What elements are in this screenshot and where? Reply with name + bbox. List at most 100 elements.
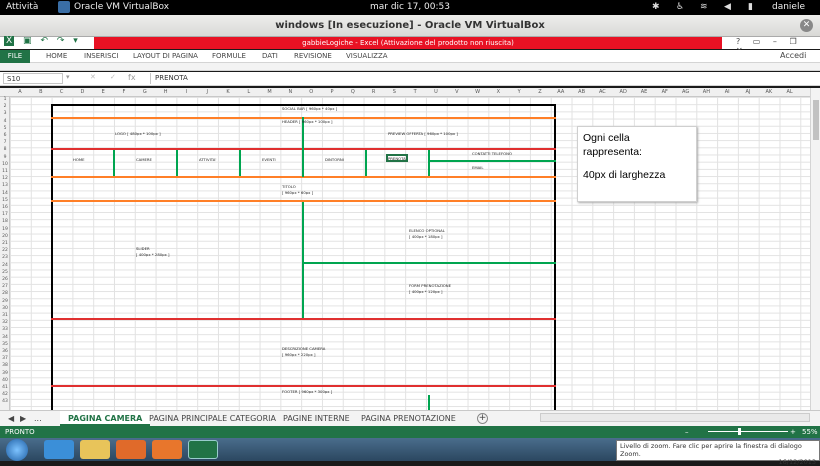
column-header[interactable]: Y bbox=[509, 89, 529, 95]
column-header[interactable]: E bbox=[93, 89, 113, 95]
column-header[interactable]: AB bbox=[572, 89, 592, 95]
row-header[interactable]: 38 bbox=[0, 363, 10, 368]
namebox-dropdown-icon[interactable]: ▾ bbox=[66, 73, 70, 81]
ie-icon[interactable] bbox=[44, 440, 74, 459]
row-header[interactable]: 35 bbox=[0, 342, 10, 347]
row-header[interactable]: 8 bbox=[0, 147, 10, 152]
accessibility-icon[interactable]: ♿ bbox=[676, 2, 684, 12]
row-header[interactable]: 7 bbox=[0, 140, 10, 145]
row-header[interactable]: 2 bbox=[0, 104, 10, 109]
column-header[interactable]: Q bbox=[343, 89, 363, 95]
column-header[interactable]: I bbox=[176, 89, 196, 95]
tab-layout[interactable]: LAYOUT DI PAGINA bbox=[133, 52, 198, 60]
user-menu[interactable]: daniele bbox=[772, 2, 805, 12]
add-sheet-icon[interactable]: + bbox=[477, 413, 488, 424]
volume-icon[interactable]: ◀ bbox=[724, 2, 731, 12]
column-header[interactable]: F bbox=[114, 89, 134, 95]
row-header[interactable]: 41 bbox=[0, 385, 10, 390]
column-header[interactable]: AI bbox=[717, 89, 737, 95]
scroll-thumb[interactable] bbox=[813, 100, 819, 140]
zoom-out-icon[interactable]: – bbox=[685, 428, 689, 436]
row-header[interactable]: 11 bbox=[0, 169, 10, 174]
column-header[interactable]: AC bbox=[592, 89, 612, 95]
row-header[interactable]: 27 bbox=[0, 284, 10, 289]
column-header[interactable]: U bbox=[426, 89, 446, 95]
undo-icon[interactable]: ↶ bbox=[40, 36, 48, 46]
redo-icon[interactable]: ↷ bbox=[57, 36, 65, 46]
row-header[interactable]: 33 bbox=[0, 327, 10, 332]
tab-inserisci[interactable]: INSERISCI bbox=[84, 52, 119, 60]
tab-dati[interactable]: DATI bbox=[262, 52, 278, 60]
column-header[interactable]: G bbox=[135, 89, 155, 95]
row-header[interactable]: 25 bbox=[0, 270, 10, 275]
selected-cell[interactable] bbox=[386, 154, 408, 162]
column-header[interactable]: J bbox=[197, 89, 217, 95]
system-tray[interactable]: ✱ ♿ ≋ ◀ ▮ bbox=[650, 1, 770, 14]
column-header[interactable]: C bbox=[52, 89, 72, 95]
column-header[interactable]: X bbox=[488, 89, 508, 95]
sign-in-link[interactable]: Accedi bbox=[780, 51, 806, 60]
row-header[interactable]: 15 bbox=[0, 198, 10, 203]
zoom-slider[interactable] bbox=[708, 431, 788, 432]
zoom-in-icon[interactable]: + bbox=[790, 428, 796, 436]
close-icon[interactable]: ✕ bbox=[800, 19, 813, 32]
row-header[interactable]: 17 bbox=[0, 212, 10, 217]
app-menu[interactable]: Oracle VM VirtualBox bbox=[74, 2, 169, 12]
minimize-icon[interactable]: – bbox=[773, 37, 777, 46]
clock[interactable]: mar dic 17, 00:53 bbox=[370, 2, 450, 12]
tab-pagine-interne[interactable]: PAGINE INTERNE bbox=[275, 411, 358, 426]
zoom-level[interactable]: 55% bbox=[802, 428, 818, 436]
row-header[interactable]: 28 bbox=[0, 291, 10, 296]
row-header[interactable]: 36 bbox=[0, 349, 10, 354]
restore-icon[interactable]: ❐ bbox=[789, 37, 796, 46]
ribbon-display-icon[interactable]: ▭ bbox=[753, 37, 761, 46]
column-header[interactable]: H bbox=[156, 89, 176, 95]
tab-home[interactable]: HOME bbox=[46, 52, 67, 60]
column-header[interactable]: O bbox=[301, 89, 321, 95]
column-header[interactable]: P bbox=[322, 89, 342, 95]
text-box-note[interactable]: Ogni cella rappresenta: 40px di larghezz… bbox=[577, 126, 697, 202]
name-box[interactable]: S10 bbox=[3, 73, 63, 84]
row-header[interactable]: 20 bbox=[0, 234, 10, 239]
row-header[interactable]: 40 bbox=[0, 378, 10, 383]
prev-sheet-icon[interactable]: ◀ bbox=[8, 414, 14, 423]
row-header[interactable]: 5 bbox=[0, 126, 10, 131]
row-header[interactable]: 30 bbox=[0, 306, 10, 311]
column-header[interactable]: AE bbox=[634, 89, 654, 95]
row-header[interactable]: 37 bbox=[0, 356, 10, 361]
row-header[interactable]: 6 bbox=[0, 133, 10, 138]
column-header[interactable]: Z bbox=[530, 89, 550, 95]
column-header[interactable]: T bbox=[405, 89, 425, 95]
column-header[interactable]: M bbox=[260, 89, 280, 95]
tab-revisione[interactable]: REVISIONE bbox=[294, 52, 332, 60]
row-header[interactable]: 4 bbox=[0, 119, 10, 124]
tab-pagina-principale-categoria[interactable]: PAGINA PRINCIPALE CATEGORIA bbox=[141, 411, 284, 426]
cancel-icon[interactable]: ✕ bbox=[90, 73, 96, 81]
column-header[interactable]: D bbox=[72, 89, 92, 95]
row-header[interactable]: 31 bbox=[0, 313, 10, 318]
column-header[interactable]: L bbox=[239, 89, 259, 95]
row-header[interactable]: 34 bbox=[0, 335, 10, 340]
row-header[interactable]: 43 bbox=[0, 399, 10, 404]
formula-input[interactable]: PRENOTA bbox=[150, 73, 808, 84]
row-header[interactable]: 24 bbox=[0, 263, 10, 268]
column-header[interactable]: AL bbox=[780, 89, 800, 95]
column-header[interactable]: AH bbox=[696, 89, 716, 95]
row-header[interactable]: 12 bbox=[0, 176, 10, 181]
vertical-scrollbar[interactable] bbox=[810, 88, 820, 410]
row-header[interactable]: 23 bbox=[0, 255, 10, 260]
row-header[interactable]: 18 bbox=[0, 219, 10, 224]
enter-icon[interactable]: ✓ bbox=[110, 73, 116, 81]
tab-pagina-prenotazione[interactable]: PAGINA PRENOTAZIONE bbox=[353, 411, 464, 426]
row-header[interactable]: 10 bbox=[0, 162, 10, 167]
bluetooth-icon[interactable]: ✱ bbox=[652, 2, 660, 12]
row-header[interactable]: 42 bbox=[0, 392, 10, 397]
row-header[interactable]: 3 bbox=[0, 111, 10, 116]
row-header[interactable]: 22 bbox=[0, 248, 10, 253]
insert-function-icon[interactable]: fx bbox=[128, 73, 136, 82]
row-header[interactable]: 32 bbox=[0, 320, 10, 325]
row-header[interactable]: 39 bbox=[0, 371, 10, 376]
column-header[interactable]: N bbox=[280, 89, 300, 95]
row-header[interactable]: 9 bbox=[0, 155, 10, 160]
excel-taskbar-icon[interactable] bbox=[188, 440, 218, 459]
